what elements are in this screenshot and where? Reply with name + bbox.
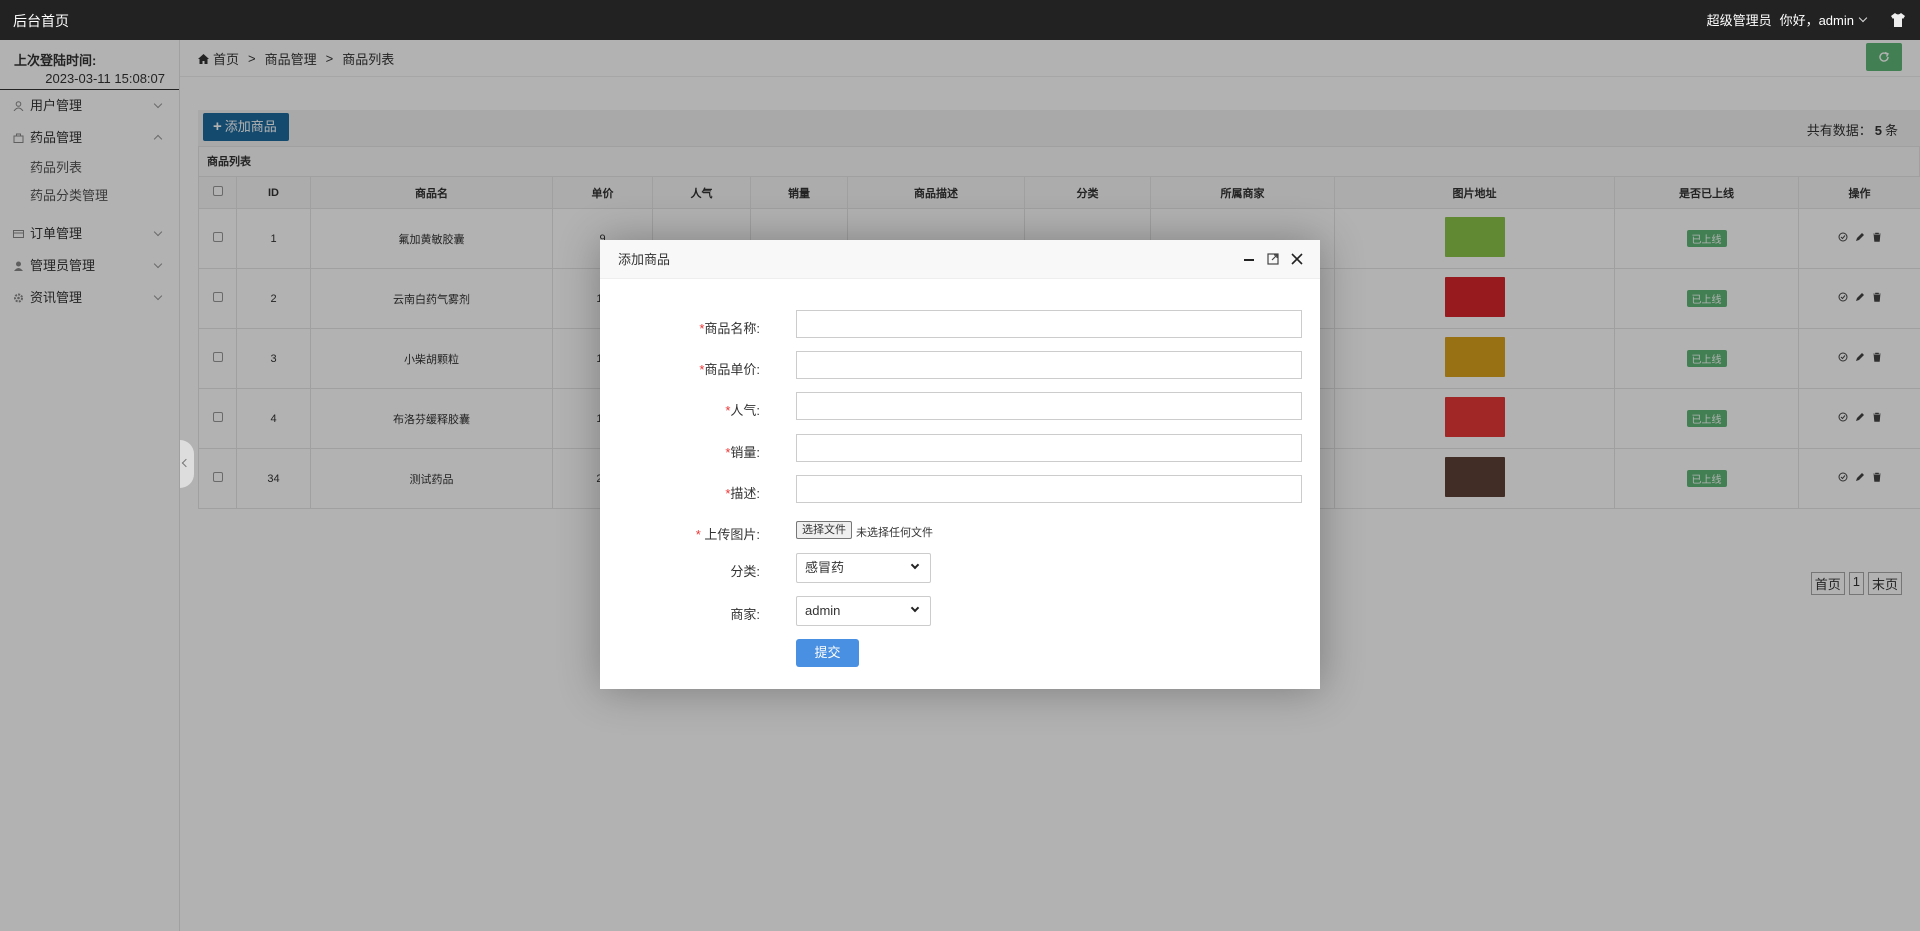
field-label-text: 描述: xyxy=(730,486,760,501)
field-label-text: 商品名称: xyxy=(704,321,760,336)
minimize-icon[interactable] xyxy=(1242,252,1256,266)
description-input[interactable] xyxy=(796,475,1302,503)
category-select[interactable]: 感冒药 xyxy=(796,553,931,583)
user-role: 超级管理员 xyxy=(1706,13,1772,28)
form-row-upload: * 上传图片: 选择文件 未选择任何文件 xyxy=(600,516,1320,546)
app-title[interactable]: 后台首页 xyxy=(13,11,69,31)
dialog-header: 添加商品 xyxy=(600,240,1320,279)
category-selected-value: 感冒药 xyxy=(805,560,845,575)
sidebar-collapse-handle[interactable] xyxy=(180,440,194,488)
field-label: *描述: xyxy=(725,483,760,502)
goods-price-input[interactable] xyxy=(796,351,1302,379)
form-row-price: *商品单价: xyxy=(600,351,1320,381)
form-row-category: 分类: 感冒药 xyxy=(600,553,1320,583)
form-row-name: *商品名称: xyxy=(600,310,1320,340)
top-bar: 后台首页 超级管理员 你好，admin xyxy=(0,0,1920,40)
merchant-selected-value: admin xyxy=(805,603,841,618)
field-label-text: 商品单价: xyxy=(704,362,760,377)
maximize-icon[interactable] xyxy=(1266,252,1280,266)
user-area: 超级管理员 你好，admin xyxy=(1699,10,1906,29)
choose-file-button[interactable]: 选择文件 xyxy=(796,521,852,539)
field-label: 商家: xyxy=(730,607,760,622)
chevron-down-icon xyxy=(910,560,920,570)
file-status: 未选择任何文件 xyxy=(856,527,933,539)
field-label: *销量: xyxy=(725,442,760,461)
required-mark: * xyxy=(695,527,701,542)
field-label: 分类: xyxy=(730,564,760,579)
form-row-merchant: 商家: admin xyxy=(600,596,1320,626)
sales-input[interactable] xyxy=(796,434,1302,462)
form-row-popularity: *人气: xyxy=(600,392,1320,422)
field-label: *商品单价: xyxy=(699,359,760,378)
popularity-input[interactable] xyxy=(796,392,1302,420)
field-label-text: 销量: xyxy=(730,445,760,460)
field-label-text: 人气: xyxy=(730,403,760,418)
submit-button[interactable]: 提交 xyxy=(796,639,859,667)
field-label: *人气: xyxy=(725,400,760,419)
chevron-down-icon[interactable] xyxy=(1858,13,1868,23)
add-goods-dialog: 添加商品 *商品名称: *商品单价: *人气: *销量: *描述: * 上传图片… xyxy=(600,240,1320,689)
user-greeting[interactable]: 你好，admin xyxy=(1780,10,1854,29)
form-row-sales: *销量: xyxy=(600,434,1320,464)
chevron-down-icon xyxy=(910,603,920,613)
merchant-select[interactable]: admin xyxy=(796,596,931,626)
goods-name-input[interactable] xyxy=(796,310,1302,338)
close-icon[interactable] xyxy=(1290,252,1304,266)
theme-shirt-icon[interactable] xyxy=(1890,12,1906,27)
field-label: * 上传图片: xyxy=(696,524,760,543)
field-label: *商品名称: xyxy=(699,318,760,337)
dialog-controls xyxy=(1242,252,1304,266)
form-row-description: *描述: xyxy=(600,475,1320,505)
dialog-title: 添加商品 xyxy=(618,252,671,267)
field-label-text: 上传图片: xyxy=(704,527,760,542)
